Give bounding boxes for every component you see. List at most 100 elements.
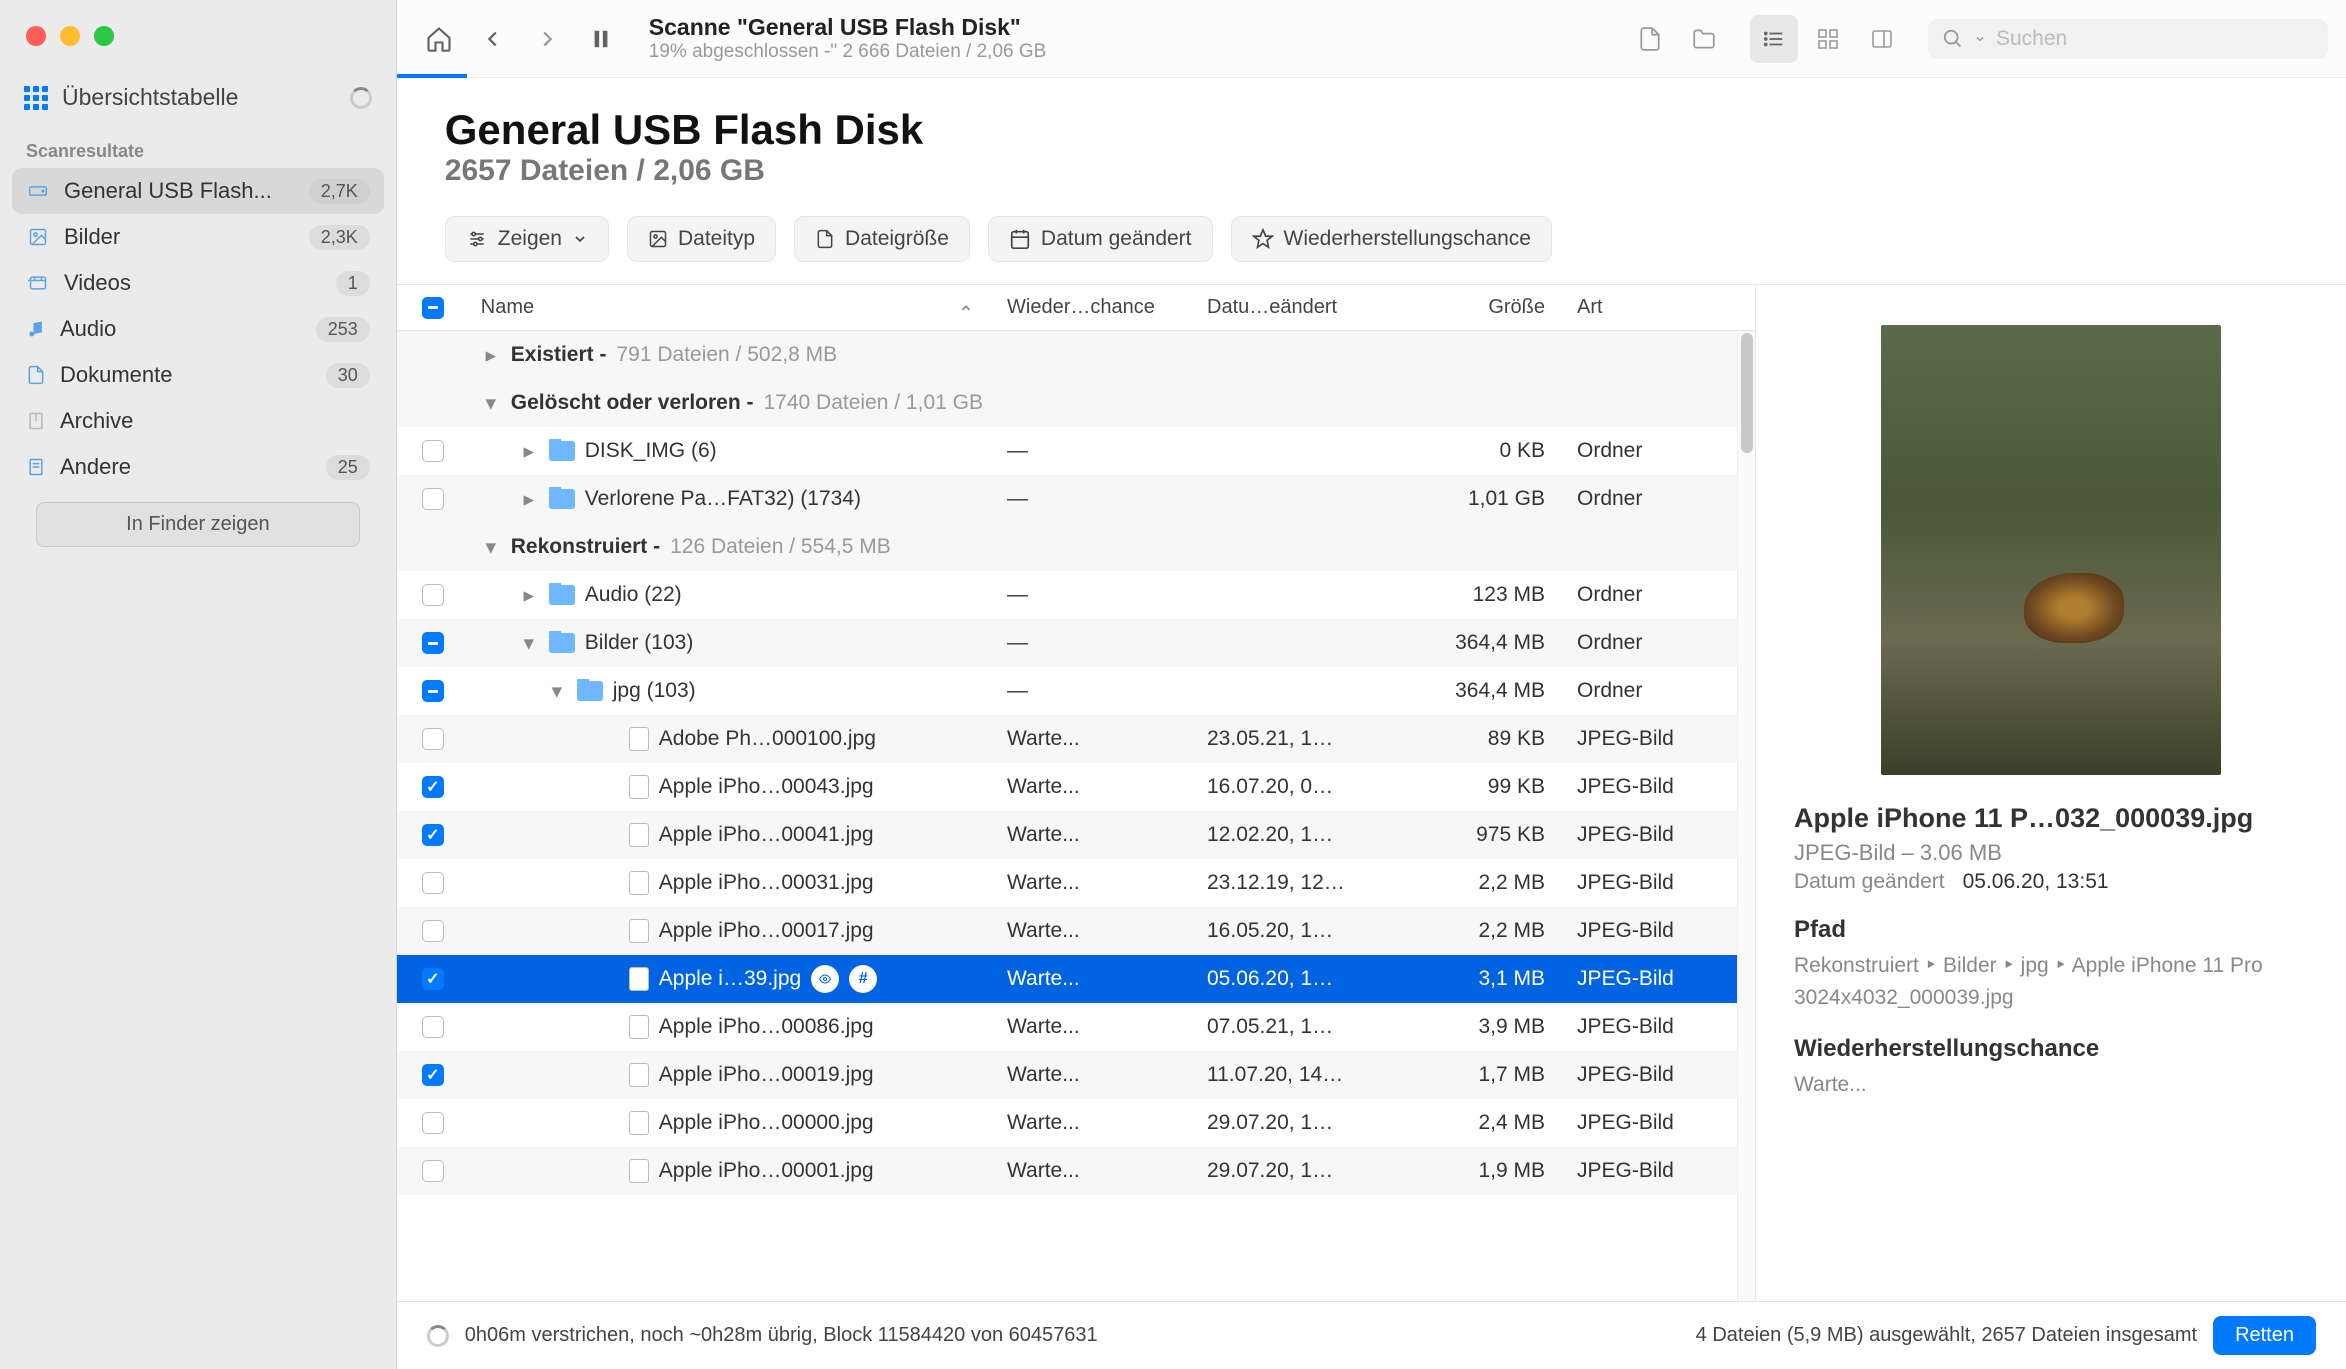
table-row[interactable]: Apple iPho…00001.jpg Warte... 29.07.20, … [397, 1147, 1755, 1195]
disclosure-icon[interactable]: ▸ [481, 343, 501, 368]
row-checkbox[interactable] [422, 584, 444, 606]
date-filter[interactable]: Datum geändert [988, 216, 1213, 262]
show-in-finder-button[interactable]: In Finder zeigen [36, 502, 360, 547]
overview-table[interactable]: Übersichtstabelle [12, 74, 384, 121]
table-row[interactable]: Apple iPho…00017.jpg Warte... 16.05.20, … [397, 907, 1755, 955]
file-kind: JPEG-Bild [1565, 775, 1755, 799]
grid-view-button[interactable] [1804, 15, 1852, 63]
file-kind: Ordner [1565, 679, 1755, 703]
row-checkbox[interactable] [422, 872, 444, 894]
panel-view-button[interactable] [1858, 15, 1906, 63]
minimize-window[interactable] [60, 26, 80, 46]
file-icon [629, 823, 649, 847]
col-kind[interactable]: Art [1565, 296, 1755, 319]
table-row[interactable]: Apple iPho…00041.jpg Warte... 12.02.20, … [397, 811, 1755, 859]
row-checkbox[interactable] [422, 1160, 444, 1182]
table-row[interactable]: Apple i…39.jpg# Warte... 05.06.20, 1… 3,… [397, 955, 1755, 1003]
close-window[interactable] [26, 26, 46, 46]
file-date: 23.12.19, 12… [1195, 871, 1385, 895]
file-name: Apple iPho…00031.jpg [659, 871, 874, 895]
table-row[interactable]: ▾Bilder (103) — 364,4 MB Ordner [397, 619, 1755, 667]
file-size: 975 KB [1385, 823, 1565, 847]
back-button[interactable] [469, 15, 517, 63]
file-name: Apple iPho…00086.jpg [659, 1015, 874, 1039]
row-checkbox[interactable] [422, 968, 444, 990]
row-checkbox[interactable] [422, 1064, 444, 1086]
row-checkbox[interactable] [422, 1016, 444, 1038]
table-row[interactable]: Apple iPho…00086.jpg Warte... 07.05.21, … [397, 1003, 1755, 1051]
table-row[interactable]: Apple iPho…00019.jpg Warte... 11.07.20, … [397, 1051, 1755, 1099]
row-checkbox[interactable] [422, 728, 444, 750]
recover-button[interactable]: Retten [2213, 1316, 2316, 1355]
sidebar-section-label: Scanresultate [12, 121, 384, 168]
row-checkbox[interactable] [422, 776, 444, 798]
table-row[interactable]: ▸DISK_IMG (6) — 0 KB Ordner [397, 427, 1755, 475]
file-name: Apple iPho…00017.jpg [659, 919, 874, 943]
col-date[interactable]: Datu…eändert [1195, 296, 1385, 319]
file-date: 12.02.20, 1… [1195, 823, 1385, 847]
sidebar-item-5[interactable]: Archive [12, 398, 384, 444]
search-input[interactable]: Suchen [1928, 19, 2328, 59]
col-size[interactable]: Größe [1385, 296, 1565, 319]
folder-icon[interactable] [1680, 15, 1728, 63]
list-view-button[interactable] [1750, 15, 1798, 63]
table-row[interactable]: Apple iPho…00031.jpg Warte... 23.12.19, … [397, 859, 1755, 907]
row-checkbox[interactable] [422, 632, 444, 654]
col-chance[interactable]: Wieder…chance [995, 296, 1195, 319]
row-checkbox[interactable] [422, 824, 444, 846]
row-checkbox[interactable] [422, 1112, 444, 1134]
table-header: Name Wieder…chance Datu…eändert Größe Ar… [397, 285, 1755, 331]
filetype-filter[interactable]: Dateityp [627, 216, 776, 262]
pause-button[interactable] [577, 15, 625, 63]
sidebar-item-3[interactable]: Audio253 [12, 306, 384, 352]
file-name: jpg (103) [613, 679, 696, 703]
table-group-row[interactable]: ▾Gelöscht oder verloren - 1740 Dateien /… [397, 379, 1755, 427]
disclosure-icon[interactable]: ▸ [519, 583, 539, 608]
spinner-icon [427, 1325, 449, 1347]
new-file-icon[interactable] [1626, 15, 1674, 63]
file-icon [629, 919, 649, 943]
image-icon [26, 227, 50, 247]
zoom-window[interactable] [94, 26, 114, 46]
table-group-row[interactable]: ▸Existiert - 791 Dateien / 502,8 MB [397, 331, 1755, 379]
table-row[interactable]: Apple iPho…00000.jpg Warte... 29.07.20, … [397, 1099, 1755, 1147]
search-icon [1942, 28, 1964, 50]
disclosure-icon[interactable]: ▸ [519, 487, 539, 512]
sidebar-item-6[interactable]: Andere25 [12, 444, 384, 490]
disclosure-icon[interactable]: ▾ [547, 679, 567, 704]
select-all-checkbox[interactable] [422, 297, 444, 319]
hex-badge[interactable]: # [849, 965, 877, 993]
table-row[interactable]: ▸Audio (22) — 123 MB Ordner [397, 571, 1755, 619]
col-name[interactable]: Name [469, 296, 995, 319]
file-size: 0 KB [1385, 439, 1565, 463]
sidebar-item-2[interactable]: Videos1 [12, 260, 384, 306]
scan-title: Scanne "General USB Flash Disk" [649, 14, 1620, 41]
sliders-icon [466, 229, 488, 249]
table-row[interactable]: ▾jpg (103) — 364,4 MB Ordner [397, 667, 1755, 715]
home-button[interactable] [415, 15, 463, 63]
preview-badge[interactable] [811, 965, 839, 993]
chance-filter[interactable]: Wiederherstellungschance [1231, 216, 1552, 262]
disclosure-icon[interactable]: ▾ [519, 631, 539, 656]
disclosure-icon[interactable]: ▾ [481, 391, 501, 416]
sidebar-item-0[interactable]: General USB Flash...2,7K [12, 168, 384, 214]
image-icon [648, 228, 668, 250]
disclosure-icon[interactable]: ▾ [481, 535, 501, 560]
scrollbar[interactable] [1737, 331, 1755, 1301]
row-checkbox[interactable] [422, 488, 444, 510]
filesize-filter[interactable]: Dateigröße [794, 216, 970, 262]
disclosure-icon[interactable]: ▸ [519, 439, 539, 464]
table-row[interactable]: Adobe Ph…000100.jpg Warte... 23.05.21, 1… [397, 715, 1755, 763]
table-row[interactable]: ▸Verlorene Pa…FAT32) (1734) — 1,01 GB Or… [397, 475, 1755, 523]
show-filter[interactable]: Zeigen [445, 216, 609, 262]
folder-icon [577, 681, 603, 701]
table-row[interactable]: Apple iPho…00043.jpg Warte... 16.07.20, … [397, 763, 1755, 811]
row-checkbox[interactable] [422, 440, 444, 462]
sidebar-item-1[interactable]: Bilder2,3K [12, 214, 384, 260]
table-group-row[interactable]: ▾Rekonstruiert - 126 Dateien / 554,5 MB [397, 523, 1755, 571]
file-date: 05.06.20, 1… [1195, 967, 1385, 991]
row-checkbox[interactable] [422, 920, 444, 942]
row-checkbox[interactable] [422, 680, 444, 702]
sidebar-item-4[interactable]: Dokumente30 [12, 352, 384, 398]
file-date: 29.07.20, 1… [1195, 1159, 1385, 1183]
